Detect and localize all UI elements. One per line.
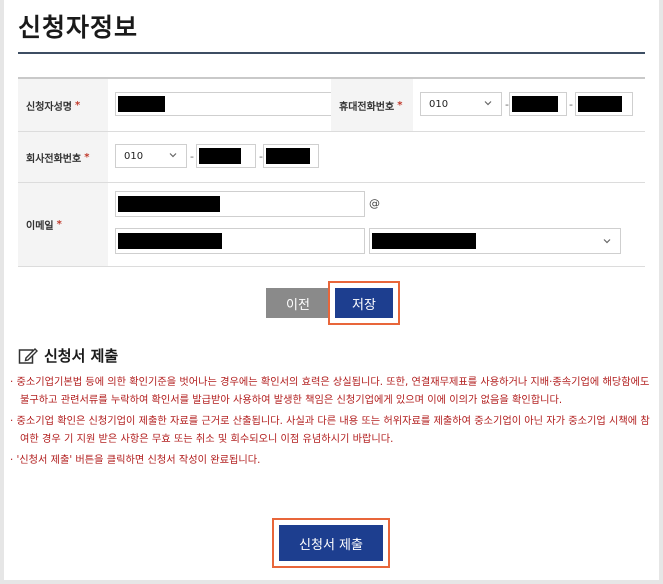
email-at-sign: @ [369, 197, 380, 210]
notice-item: · 중소기업기본법 등에 의한 확인기준을 벗어나는 경우에는 확인서의 효력은… [10, 377, 650, 406]
company-phone-dash-1: - [190, 150, 194, 163]
mobile-dash-2: - [569, 98, 573, 111]
redacted-mobile-last [578, 96, 622, 112]
page-title: 신청자정보 [18, 13, 139, 42]
row-company-phone: 회사전화번호 * 010 - - [18, 132, 645, 183]
redacted-company-middle [199, 148, 241, 164]
prev-button[interactable]: 이전 [266, 288, 330, 318]
chevron-down-icon [603, 239, 611, 244]
submit-button[interactable]: 신청서 제출 [279, 525, 383, 561]
redacted-mobile-middle [512, 96, 558, 112]
chevron-down-icon [484, 101, 492, 106]
mobile-prefix-select[interactable]: 010 [420, 92, 502, 116]
applicant-name-label: 신청자성명 * [18, 79, 108, 131]
edit-icon [18, 347, 38, 364]
redacted-name [118, 96, 165, 112]
redacted-email-domain [118, 233, 222, 249]
company-phone-label: 회사전화번호 * [18, 132, 108, 182]
redacted-company-last [266, 148, 310, 164]
section-title: 신청서 제출 [18, 345, 118, 366]
notice-item: · 중소기업 확인은 신청기업이 제출한 자료를 근거로 산출됩니다. 사실과 … [10, 416, 650, 445]
redacted-email-id [118, 196, 220, 212]
email-label: 이메일 * [18, 183, 108, 266]
row-email: 이메일 * @ [18, 183, 645, 267]
company-phone-prefix-select[interactable]: 010 [115, 144, 187, 168]
applicant-form: 신청자성명 * 휴대전화번호 * 010 - - 회사전화번호 * 010 - … [18, 77, 645, 267]
title-divider [18, 52, 645, 54]
chevron-down-icon [169, 153, 177, 158]
notice-item: · '신청서 제출' 버튼을 클릭하면 신청서 작성이 완료됩니다. [10, 455, 261, 466]
notice-list: · 중소기업기본법 등에 의한 확인기준을 벗어나는 경우에는 확인서의 효력은… [8, 374, 653, 473]
mobile-label: 휴대전화번호 * [331, 79, 413, 131]
row-name-mobile: 신청자성명 * 휴대전화번호 * 010 - - [18, 79, 645, 132]
save-button[interactable]: 저장 [335, 288, 393, 318]
redacted-email-domain-select [372, 233, 476, 249]
page: 신청자정보 신청자성명 * 휴대전화번호 * 010 - - 회사전화번호 * … [4, 0, 659, 580]
